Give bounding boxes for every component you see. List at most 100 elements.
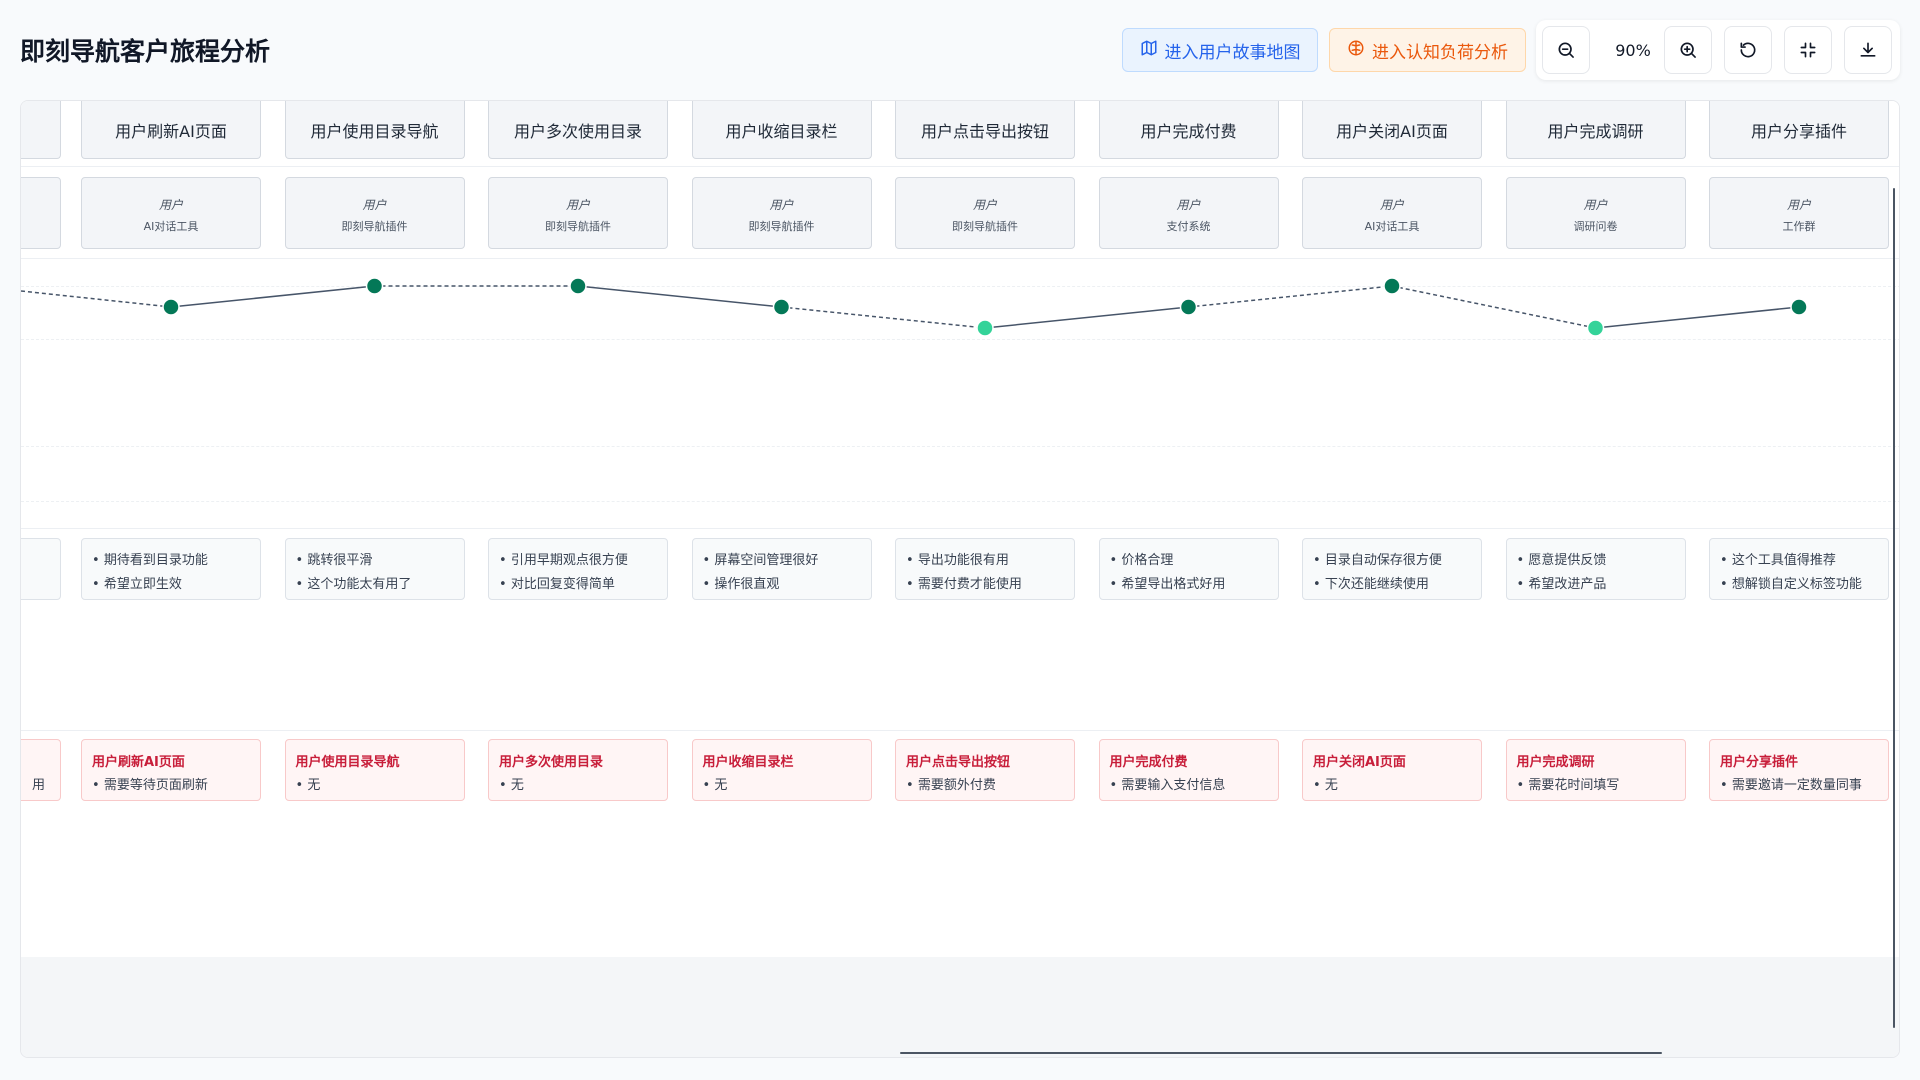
map-icon: [1140, 39, 1158, 62]
thought-card: • 愿意提供反馈 • 希望改进产品: [1505, 538, 1686, 600]
thought-item: • 目录自动保存很方便: [1313, 549, 1442, 568]
bullet-icon: •: [1313, 553, 1325, 568]
bullet-icon: •: [702, 553, 715, 568]
thought-card: • 价格合理 • 希望导出格式好用: [1098, 538, 1279, 600]
emotion-point[interactable]: [1790, 298, 1808, 316]
thought-item: • 想解锁自定义标签功能: [1720, 573, 1862, 592]
thought-text: 下次还能继续使用: [1324, 577, 1429, 592]
thought-text: 跳转很平滑: [307, 553, 373, 568]
pain-text: 需要输入支付信息: [1121, 778, 1226, 793]
collapse-button[interactable]: [1784, 26, 1832, 74]
zoom-in-button[interactable]: [1664, 26, 1712, 74]
thought-card: • 导出功能很有用 • 需要付费才能使用: [895, 538, 1075, 600]
thought-item: • 操作很直观: [703, 573, 780, 592]
pain-text: 需要等待页面刷新: [103, 778, 208, 793]
pain-card: 用户刷新AI页面 • 需要等待页面刷新: [81, 739, 261, 801]
pain-card: 用户多次使用目录 • 无: [488, 739, 668, 801]
thought-text: 目录自动保存很方便: [1324, 553, 1442, 568]
reset-button[interactable]: [1724, 26, 1772, 74]
thought-item: • 愿意提供反馈: [1517, 549, 1607, 568]
download-button[interactable]: [1844, 26, 1892, 74]
pain-title: 用户完成付费: [1109, 755, 1188, 770]
thought-text: 引用早期观点很方便: [510, 553, 628, 568]
thought-text: 导出功能很有用: [917, 553, 1009, 568]
header: 即刻导航客户旅程分析 进入用户故事地图 进入认知负荷分析 90%: [0, 0, 1920, 100]
thought-text: 愿意提供反馈: [1528, 553, 1607, 568]
zoom-level: 90%: [1615, 40, 1651, 60]
bullet-icon: •: [1109, 553, 1122, 568]
emotion-point[interactable]: [162, 298, 180, 316]
bullet-icon: •: [295, 553, 308, 568]
curve-segment: [1595, 306, 1800, 329]
curve-segment: [577, 285, 782, 308]
thought-card: • 跳转很平滑 • 这个功能太有用了: [284, 538, 465, 600]
pain-item: • 需要花时间填写: [1517, 774, 1620, 793]
pain-text: 需要花时间填写: [1528, 778, 1620, 793]
bullet-icon: •: [92, 577, 104, 592]
vertical-scrollbar[interactable]: [1893, 188, 1895, 1028]
emotion-point[interactable]: [1383, 277, 1401, 295]
thought-text: 这个功能太有用了: [307, 577, 412, 592]
story-map-button[interactable]: 进入用户故事地图: [1122, 28, 1318, 72]
pain-card: 用户点击导出按钮 • 需要额外付费: [895, 739, 1075, 801]
emotion-point[interactable]: [365, 277, 384, 295]
pain-card: 用户完成调研 • 需要花时间填写: [1505, 739, 1686, 801]
zoom-toolbar: 90%: [1536, 20, 1900, 80]
pain-item: • 需要输入支付信息: [1110, 774, 1226, 793]
pain-title: 用户多次使用目录: [499, 755, 604, 770]
bullet-icon: •: [499, 778, 511, 793]
reset-icon: [1740, 42, 1756, 58]
curve-segment: [984, 306, 1189, 329]
bullet-icon: •: [906, 553, 918, 568]
pain-item: • 需要额外付费: [906, 774, 996, 793]
thought-text: 屏幕空间管理很好: [714, 553, 819, 568]
pain-text: 需要额外付费: [917, 778, 996, 793]
brain-icon: [1347, 39, 1365, 62]
emotion-point[interactable]: [1179, 298, 1198, 316]
collapse-icon: [1800, 42, 1816, 58]
pain-title: 用户刷新AI页面: [92, 755, 185, 770]
pain-text: 需要邀请一定数量同事: [1731, 778, 1862, 793]
thought-text: 希望立即生效: [103, 577, 182, 592]
bullet-icon: •: [92, 553, 104, 568]
thought-text: 期待看到目录功能: [103, 553, 208, 568]
pain-card: 用户收缩目录栏 • 无: [691, 739, 872, 801]
emotion-point[interactable]: [569, 277, 587, 295]
pain-title: 用户使用目录导航: [295, 755, 400, 770]
emotion-curve: [21, 277, 1808, 337]
thought-text: 想解锁自定义标签功能: [1731, 577, 1862, 592]
pain-item: • 无: [499, 774, 524, 793]
thought-card: • 屏幕空间管理很好 • 操作很直观: [691, 538, 872, 600]
thought-item: • 这个工具值得推荐: [1720, 549, 1836, 568]
curve-segment: [170, 285, 375, 308]
cognitive-label: 进入认知负荷分析: [1372, 42, 1508, 63]
thought-text: 希望导出格式好用: [1121, 577, 1226, 592]
pain-card-partial: 用: [21, 739, 61, 801]
bullet-icon: •: [1720, 553, 1732, 568]
thought-text: 这个工具值得推荐: [1731, 553, 1836, 568]
emotion-point[interactable]: [772, 298, 791, 316]
zoom-out-button[interactable]: [1542, 26, 1590, 74]
page-title: 即刻导航客户旅程分析: [20, 37, 271, 66]
bullet-icon: •: [1516, 778, 1529, 793]
curve-segment: [21, 290, 172, 308]
cognitive-load-button[interactable]: 进入认知负荷分析: [1329, 28, 1526, 72]
pain-text-partial: 用: [32, 778, 46, 793]
pain-text: 无: [307, 778, 321, 793]
thought-card: • 期待看到目录功能 • 希望立即生效: [81, 538, 261, 600]
thought-item: • 这个功能太有用了: [296, 573, 412, 592]
thought-card: • 目录自动保存很方便 • 下次还能继续使用: [1302, 538, 1482, 600]
bullet-icon: •: [1313, 778, 1325, 793]
curve-segment: [1188, 285, 1393, 308]
emotion-point[interactable]: [976, 319, 994, 337]
pain-item: • 需要等待页面刷新: [92, 774, 208, 793]
thought-item: • 对比回复变得简单: [499, 573, 615, 592]
thought-item: • 希望改进产品: [1517, 573, 1607, 592]
bullet-icon: •: [1720, 778, 1732, 793]
emotion-point[interactable]: [1586, 319, 1605, 337]
thought-text: 对比回复变得简单: [510, 577, 615, 592]
horizontal-scrollbar[interactable]: [900, 1052, 1662, 1054]
thought-item: • 期待看到目录功能: [92, 549, 208, 568]
bullet-icon: •: [906, 577, 918, 592]
journey-canvas[interactable]: 用 用户刷新AI页面 用户 AI对话工具 • 期待看到目录功能 • 希望立即生效 用户刷新…: [20, 100, 1900, 1058]
